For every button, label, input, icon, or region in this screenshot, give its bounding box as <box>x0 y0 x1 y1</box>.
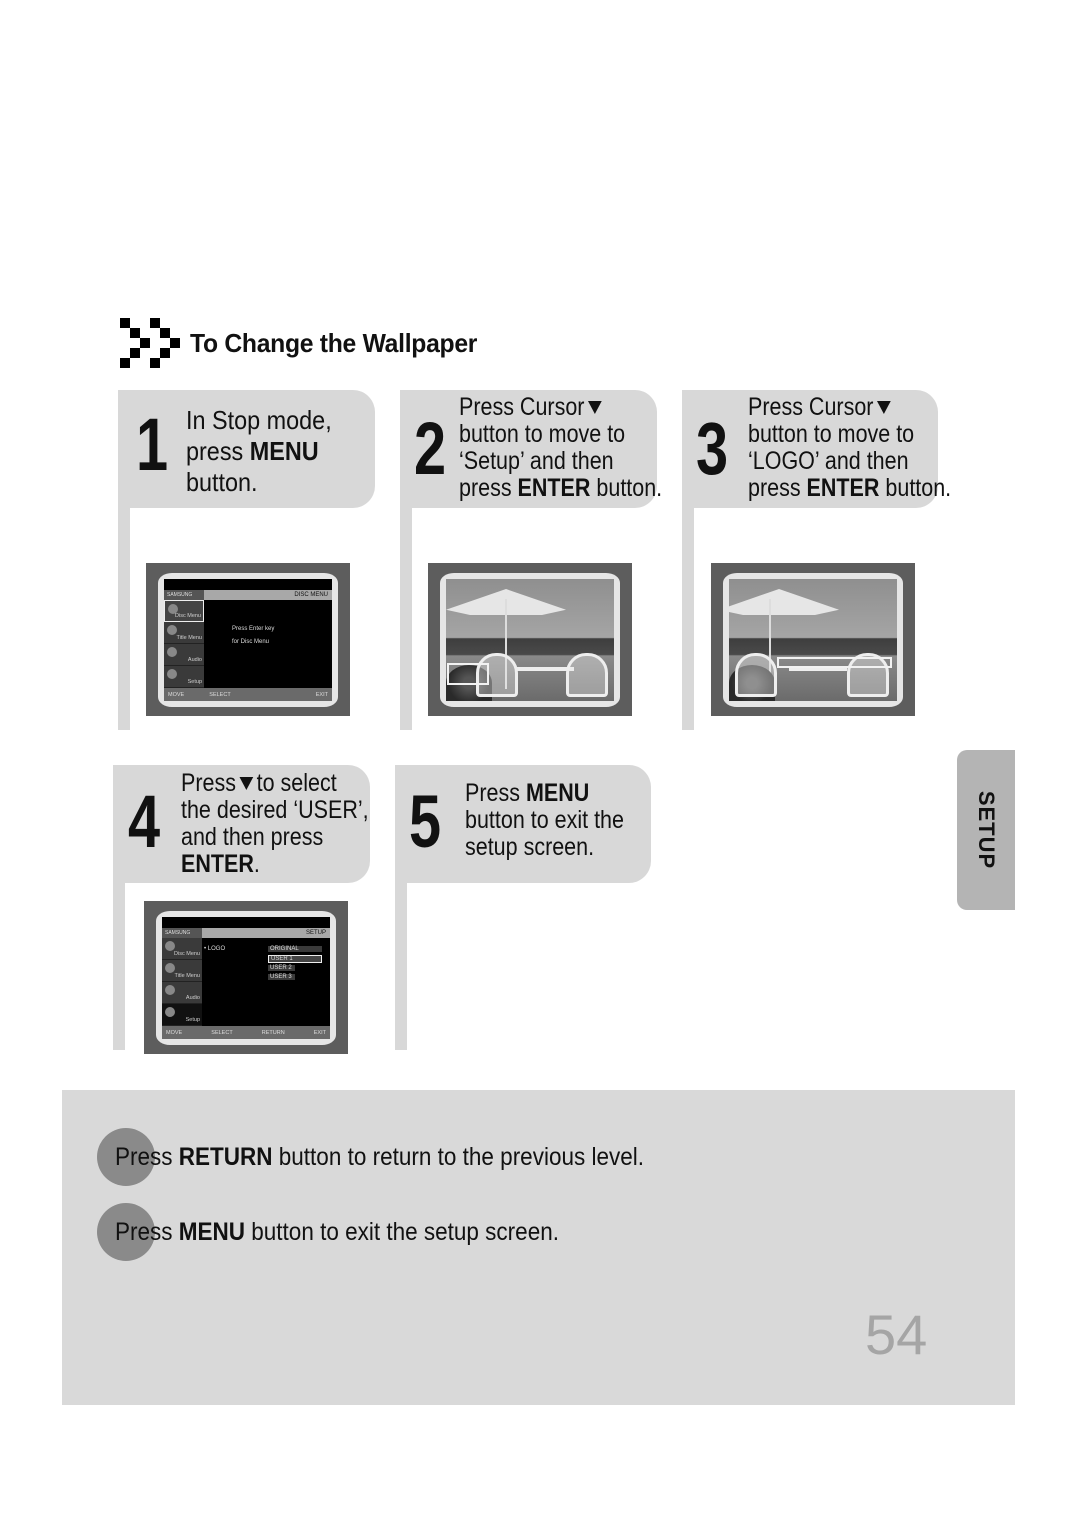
key-label: ENTER <box>181 850 254 878</box>
text-run: setup screen. <box>465 833 595 861</box>
osd-option: USER 2 <box>268 965 295 971</box>
osd-option: ORIGINAL <box>268 946 322 952</box>
page-number: 54 <box>865 1303 928 1366</box>
text-run: press <box>459 474 518 502</box>
step-number: 4 <box>128 780 161 863</box>
text-run: to select <box>256 769 337 797</box>
setup-side-tab: SETUP <box>957 750 1015 910</box>
step-1: 1 In Stop mode, press MENU button. SAMSU… <box>118 390 378 730</box>
notes-panel: Press RETURN button to return to the pre… <box>62 1090 1015 1405</box>
text-run: Press <box>465 779 526 807</box>
osd-item-audio: Audio <box>164 644 204 666</box>
osd-item-disc-menu: Disc Menu <box>162 938 202 960</box>
down-arrow-icon <box>239 776 254 790</box>
checker-arrow-icon <box>118 318 180 368</box>
step-text: Press MENU button to exit the setup scre… <box>465 780 624 861</box>
osd-main: Press Enter key for Disc Menu <box>204 600 332 688</box>
text-run: Press <box>181 769 236 797</box>
osd-header: SAMSUNG DISC MENU <box>164 590 332 600</box>
note-item: Press MENU button to exit the setup scre… <box>97 1203 608 1261</box>
step-4: 4 Press to select the desired ‘USER’, and… <box>113 765 373 1054</box>
section-header: To Change the Wallpaper <box>118 318 492 368</box>
section-title: To Change the Wallpaper <box>190 327 478 358</box>
down-arrow-icon <box>876 400 891 414</box>
osd-item-title-menu: Title Menu <box>164 622 204 644</box>
step-number: 3 <box>696 407 729 490</box>
tv-screen-setup-logo: SAMSUNG SETUP Disc Menu Title Menu Audio… <box>144 901 348 1054</box>
tv-screen-disc-menu: SAMSUNG DISC MENU Disc Menu Title Menu A… <box>146 563 350 716</box>
tv-screen-wallpaper <box>711 563 915 716</box>
step-number: 5 <box>409 780 442 863</box>
text-run: button. <box>186 467 258 497</box>
osd-sidebar: Disc Menu Title Menu Audio Setup <box>162 938 202 1026</box>
text-run: Press Cursor <box>459 393 585 421</box>
key-label: ENTER <box>517 474 591 502</box>
text-run: button. <box>879 474 952 502</box>
osd-logo-label: • LOGO <box>204 946 226 952</box>
step-text: Press Cursor button to move to ‘Setup’ a… <box>459 394 662 502</box>
selection-box <box>447 663 489 685</box>
osd-footer: MOVE SELECT EXIT <box>164 688 332 701</box>
osd-message: Press Enter key <box>232 626 275 632</box>
key-label: MENU <box>178 1217 246 1246</box>
key-label: RETURN <box>178 1142 273 1171</box>
osd-option: USER 3 <box>268 974 295 980</box>
osd-item-setup: Setup <box>162 1004 202 1026</box>
osd-title: DISC MENU <box>294 592 328 598</box>
osd-brand: SAMSUNG <box>162 928 202 938</box>
osd-brand: SAMSUNG <box>164 590 204 600</box>
wallpaper-photo <box>446 579 614 701</box>
step-text: Press to select the desired ‘USER’, and t… <box>181 770 369 878</box>
osd-title: SETUP <box>305 930 326 936</box>
text-run: the desired ‘USER’, <box>181 796 369 824</box>
down-arrow-icon <box>587 400 602 414</box>
text-run: and then press <box>181 823 324 851</box>
step-number: 2 <box>414 407 447 490</box>
text-run: button. <box>590 474 663 502</box>
osd-item-setup: Setup <box>164 666 204 688</box>
tv-screen-wallpaper <box>428 563 632 716</box>
text-run: button to move to <box>748 420 915 448</box>
osd-item-title-menu: Title Menu <box>162 960 202 982</box>
text-run: button to move to <box>459 420 626 448</box>
text-run: press <box>186 436 250 466</box>
text-run: Press Cursor <box>748 393 874 421</box>
osd-message: for Disc Menu <box>232 639 270 645</box>
text-run: . <box>253 850 260 878</box>
osd-item-disc-menu: Disc Menu <box>164 600 204 622</box>
osd-footer: MOVE SELECT RETURN EXIT <box>162 1026 330 1039</box>
key-label: ENTER <box>806 474 880 502</box>
text-run: button to exit the <box>465 806 624 834</box>
step-5: 5 Press MENU button to exit the setup sc… <box>395 765 655 1050</box>
step-2: 2 Press Cursor button to move to ‘Setup’… <box>400 390 662 730</box>
text-run: ‘Setup’ and then <box>459 447 614 475</box>
text-run: ‘LOGO’ and then <box>748 447 909 475</box>
note-item: Press RETURN button to return to the pre… <box>97 1128 703 1186</box>
text-run: In Stop mode, <box>186 405 332 435</box>
selection-box <box>777 657 892 668</box>
osd-option-selected: USER 1 <box>268 955 322 963</box>
key-label: MENU <box>249 436 319 466</box>
step-3: 3 Press Cursor button to move to ‘LOGO’ … <box>682 390 951 730</box>
key-label: MENU <box>525 779 590 807</box>
osd-header: SAMSUNG SETUP <box>162 928 330 938</box>
side-tab-label: SETUP <box>974 790 999 870</box>
osd-main: • LOGO ORIGINAL USER 1 USER 2 USER 3 <box>202 938 330 1026</box>
step-number: 1 <box>136 403 169 486</box>
note-text: Press RETURN button to return to the pre… <box>115 1142 645 1171</box>
osd-item-audio: Audio <box>162 982 202 1004</box>
note-text: Press MENU button to exit the setup scre… <box>115 1217 559 1246</box>
step-text: Press Cursor button to move to ‘LOGO’ an… <box>748 394 951 502</box>
step-text: In Stop mode, press MENU button. <box>186 405 332 498</box>
text-run: press <box>748 474 807 502</box>
wallpaper-photo <box>729 579 897 701</box>
osd-sidebar: Disc Menu Title Menu Audio Setup <box>164 600 204 688</box>
